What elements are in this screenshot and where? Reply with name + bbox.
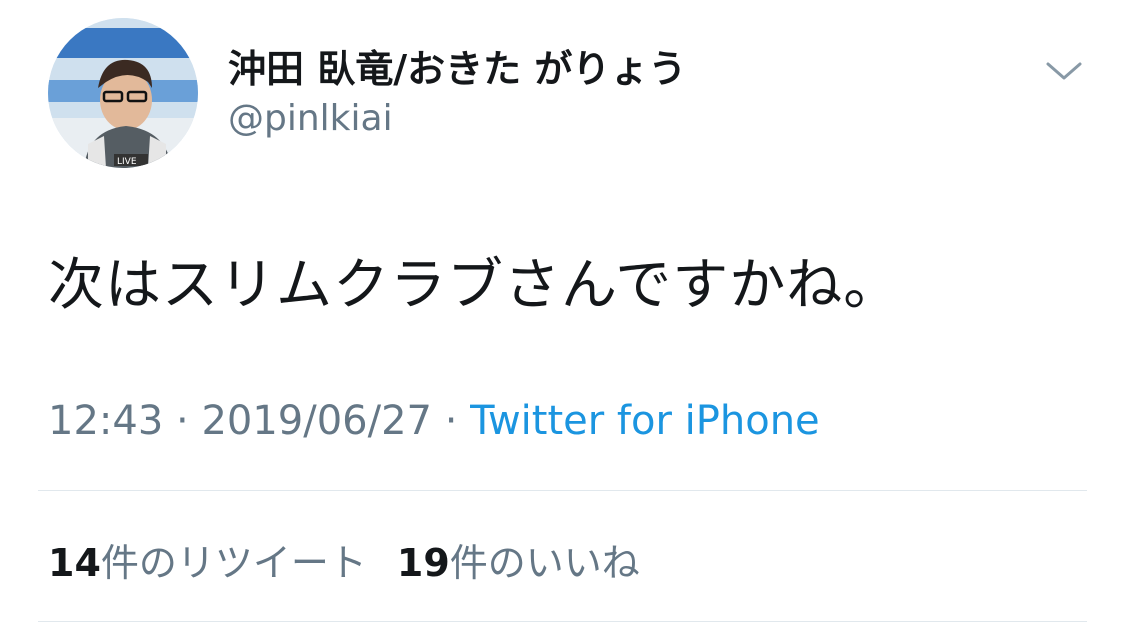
retweets-label: 件のリツイート [100,541,367,585]
likes-count: 19 [396,541,450,585]
avatar-badge-text: LIVE [117,157,137,167]
user-handle[interactable]: @pinlkiai [228,98,393,139]
retweets-count: 14 [48,541,101,585]
tweet-date: 2019/06/27 [201,398,432,444]
avatar-image: LIVE [48,18,198,168]
avatar[interactable]: LIVE [48,18,198,168]
meta-separator: · [176,398,189,444]
tweet-source-link[interactable]: Twitter for iPhone [470,398,820,444]
tweet-detail: LIVE 沖田 臥竜/おきた がりょう @pinlkiai 次はスリムクラブさん… [0,0,1125,623]
divider [38,490,1087,491]
tweet-text: 次はスリムクラブさんですかね。 [48,253,901,318]
divider [38,621,1087,622]
meta-separator: · [444,398,458,444]
chevron-down-icon[interactable] [1042,56,1086,86]
display-name[interactable]: 沖田 臥竜/おきた がりょう [228,38,686,93]
retweets-stat[interactable]: 14件のリツイート [48,541,367,585]
tweet-time: 12:43 [48,398,164,444]
likes-stat[interactable]: 19件のいいね [397,541,640,585]
likes-label: 件のいいね [449,541,640,585]
tweet-meta: 12:43 · 2019/06/27 · Twitter for iPhone [48,398,820,444]
tweet-stats: 14件のリツイート 19件のいいね [48,532,640,587]
